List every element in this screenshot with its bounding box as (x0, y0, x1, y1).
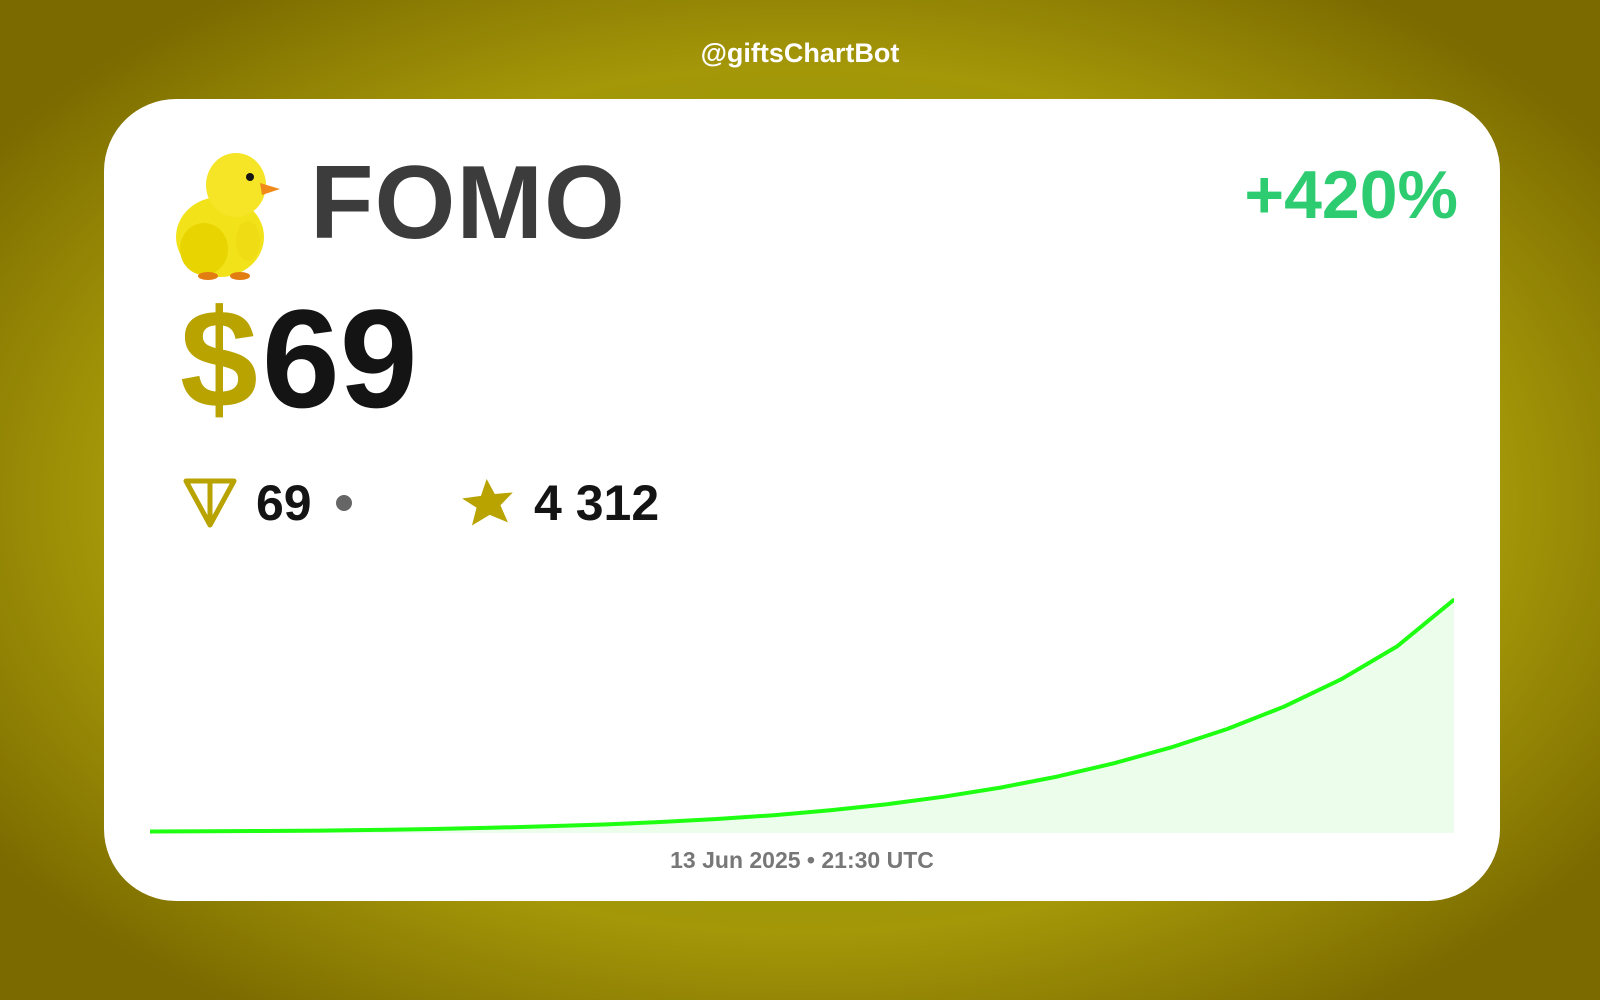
bot-handle: @giftsChartBot (700, 38, 900, 68)
usd-price: $69 (180, 289, 418, 429)
price-chart (150, 598, 1454, 834)
currency-symbol: $ (180, 280, 258, 437)
chart-point (261, 829, 265, 833)
ton-price: 69 (182, 471, 352, 535)
price-change-percent: +420% (1244, 157, 1458, 233)
chart-point (318, 829, 322, 833)
gift-price-card: FOMO +420% $69 69 4 312 13 Jun 2025 • 21… (104, 99, 1500, 901)
chart-point (828, 808, 832, 812)
stars-value: 4 312 (534, 475, 660, 531)
chart-point (1112, 761, 1116, 765)
chart-point (1395, 644, 1399, 648)
chart-point (1339, 678, 1343, 682)
ton-value: 69 (256, 475, 312, 531)
chart-point (998, 786, 1002, 790)
chart-point (205, 829, 209, 833)
chart-point (1282, 705, 1286, 709)
stars-price: 4 312 (460, 471, 659, 535)
ton-icon (183, 478, 237, 528)
chart-timestamp: 13 Jun 2025 • 21:30 UTC (670, 847, 934, 873)
separator-dot (335, 495, 352, 511)
chart-point (431, 827, 435, 831)
chart-point (715, 817, 719, 821)
chart-point (1225, 727, 1229, 731)
gift-name: FOMO (310, 145, 626, 261)
chart-point (658, 820, 662, 824)
chart-point (772, 813, 776, 817)
chart-point (488, 826, 492, 830)
chart-point (1055, 775, 1059, 779)
chart-point (545, 824, 549, 828)
chart-point (375, 828, 379, 832)
chart-point (942, 795, 946, 799)
price-value: 69 (261, 280, 418, 437)
telegram-star-icon (462, 478, 513, 526)
chart-point (602, 822, 606, 826)
chart-point (885, 802, 889, 806)
yellow-duck-icon (176, 153, 280, 280)
chart-point (1169, 746, 1173, 750)
